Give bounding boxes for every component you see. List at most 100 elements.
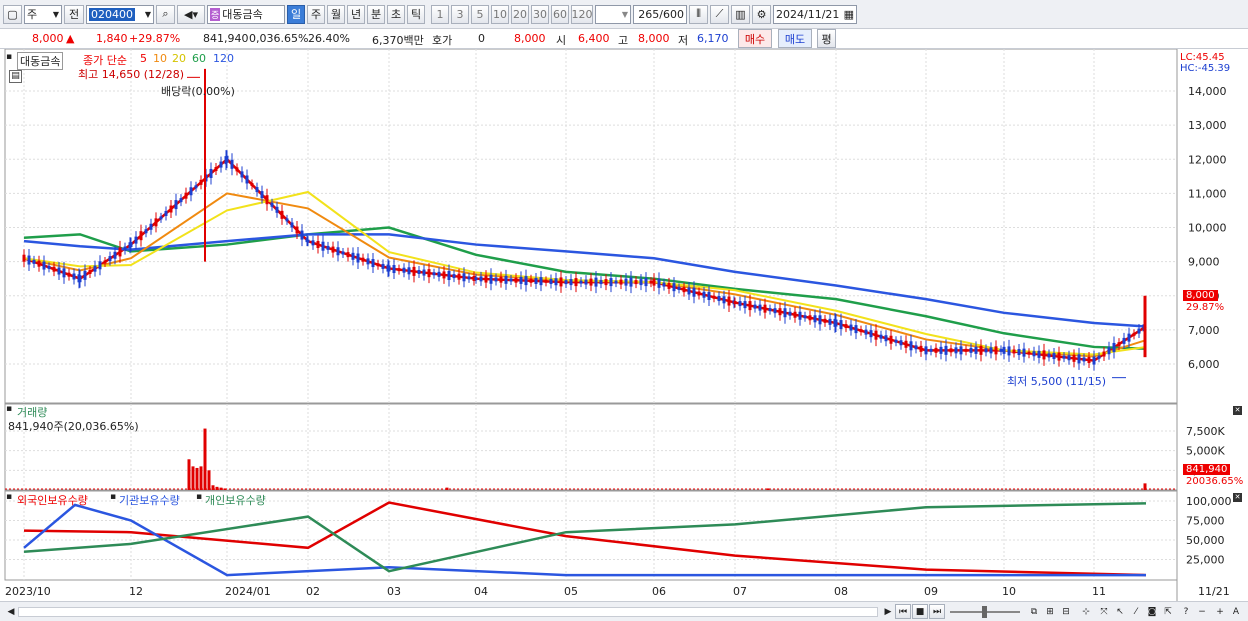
legend-ma60[interactable]: 60 [192, 52, 206, 65]
candle-body [230, 159, 234, 169]
custom-interval-select[interactable]: ▼ [595, 4, 631, 24]
close-holding-icon[interactable]: ✕ [1233, 493, 1242, 502]
interval-30[interactable]: 30 [531, 4, 549, 24]
buy-button[interactable]: 매수 [738, 29, 772, 48]
bar-chart-icon[interactable]: ▥ [731, 4, 750, 24]
camera-icon[interactable]: ◙ [1144, 604, 1160, 619]
trend-icon[interactable]: ⁄ [1128, 604, 1144, 619]
candle-body [376, 263, 380, 267]
candle-body [798, 311, 802, 320]
candle-body [164, 210, 168, 216]
interval-60[interactable]: 60 [551, 4, 569, 24]
legend-ma120[interactable]: 120 [213, 52, 234, 65]
crosshair-icon[interactable]: ⊹ [1078, 604, 1094, 619]
x-tick-label: 11/21 [1198, 585, 1230, 598]
zoom-out-icon[interactable]: − [1194, 604, 1210, 619]
candle-body [979, 345, 983, 355]
volume-collapse-icon[interactable]: ▪ [6, 404, 12, 414]
search-icon[interactable]: ⌕ [156, 4, 175, 24]
date-input[interactable]: 2024/11/21 ▦ [773, 4, 857, 24]
y-tick-label: 6,000 [1188, 358, 1220, 371]
candle-body [311, 240, 315, 246]
candle-body [392, 265, 396, 274]
holding-collapse-icon[interactable]: ▪ [6, 492, 12, 502]
help-icon[interactable]: ? [1178, 604, 1194, 619]
candle-body [929, 348, 933, 352]
legend-foreign[interactable]: 외국인보유수량 [17, 492, 88, 508]
interval-5[interactable]: 5 [471, 4, 489, 24]
stock-code-input[interactable]: 020400 ▼ [86, 4, 154, 24]
tab-tick[interactable]: 틱 [407, 4, 425, 24]
sound-icon[interactable]: ◀▾ [177, 4, 205, 24]
legend-individual[interactable]: 개인보유수량 [205, 492, 266, 508]
legend-institution[interactable]: 기관보유수량 [119, 492, 180, 508]
zoom-in-icon[interactable]: + [1212, 604, 1228, 619]
hold-tick-label: 25,000 [1186, 554, 1225, 567]
split-icon[interactable]: ⊟ [1058, 604, 1074, 619]
candle-body [331, 246, 335, 253]
font-size-icon[interactable]: A [1228, 604, 1244, 619]
interval-10[interactable]: 10 [491, 4, 509, 24]
candle-body [889, 335, 893, 344]
last-page-icon[interactable]: ⏭ [929, 604, 945, 619]
table-icon[interactable]: ▤ [9, 70, 22, 83]
close-volume-icon[interactable]: ✕ [1233, 406, 1242, 415]
candle-body [914, 345, 918, 350]
candle-body [667, 282, 671, 289]
interval-120[interactable]: 120 [571, 4, 593, 24]
candle-body [118, 247, 122, 257]
lc-label: LC:45.45 [1180, 52, 1225, 63]
first-page-icon[interactable]: ⏮ [895, 604, 911, 619]
candle-body [574, 278, 578, 287]
zoom-slider-handle[interactable] [982, 606, 987, 618]
copy-icon[interactable]: ⧉ [1026, 604, 1042, 619]
horizontal-scrollbar[interactable] [18, 607, 878, 617]
period-type-select[interactable]: 주 ▼ [24, 4, 62, 24]
stop-icon[interactable]: ■ [912, 604, 928, 619]
candle-body [818, 315, 822, 325]
candle-body [447, 271, 451, 281]
stock-chart[interactable]: 2023/10 12 2024/01 02 03 04 05 06 07 08 09 10 11 11/2… [0, 49, 1248, 601]
quote-label: 호가 [432, 34, 453, 47]
candle-body [758, 304, 762, 311]
interval-1[interactable]: 1 [431, 4, 449, 24]
tab-week[interactable]: 주 [307, 4, 325, 24]
count-input[interactable]: 265/600 [633, 4, 687, 24]
scroll-right-icon[interactable]: ▶ [880, 604, 896, 619]
legend-stock-name[interactable]: 대동금속 [17, 52, 64, 70]
line-chart-icon[interactable]: ⟋ [710, 4, 729, 24]
calendar-icon[interactable]: ▦ [844, 8, 854, 21]
x-tick-label: 06 [652, 585, 666, 598]
candle-body [554, 278, 558, 286]
candle-body [808, 315, 812, 321]
settings-icon[interactable]: ⚙ [752, 4, 771, 24]
eval-button[interactable]: 평 [817, 29, 836, 48]
sell-button[interactable]: 매도 [778, 29, 812, 48]
candle-body [316, 241, 320, 249]
interval-20[interactable]: 20 [511, 4, 529, 24]
window-icon[interactable]: ▢ [3, 4, 22, 24]
tab-month[interactable]: 월 [327, 4, 345, 24]
stock-name-field[interactable]: 증 대동금속 [207, 4, 285, 24]
collapse-icon[interactable]: ▪ [6, 52, 12, 62]
draw-icon[interactable]: ↖ [1112, 604, 1128, 619]
candle-body [484, 275, 488, 283]
legend-ma5[interactable]: 5 [140, 52, 147, 65]
candle-body [722, 296, 726, 304]
layout-icon[interactable]: ⊞ [1042, 604, 1058, 619]
pan-icon[interactable]: ⤧ [1096, 604, 1112, 619]
scroll-left-icon[interactable]: ◀ [3, 604, 19, 619]
tab-minute[interactable]: 분 [367, 4, 385, 24]
tab-day[interactable]: 일 [287, 4, 305, 24]
legend-ma10[interactable]: 10 [153, 52, 167, 65]
interval-3[interactable]: 3 [451, 4, 469, 24]
legend-ma20[interactable]: 20 [172, 52, 186, 65]
y-tick-label: 11,000 [1188, 187, 1227, 200]
export-icon[interactable]: ⇱ [1160, 604, 1176, 619]
prev-button[interactable]: 전 [64, 4, 84, 24]
candle-icon[interactable]: ⫴ [689, 4, 708, 24]
candle-body [1022, 348, 1026, 357]
tab-year[interactable]: 년 [347, 4, 365, 24]
candle-body [260, 191, 264, 199]
tab-second[interactable]: 초 [387, 4, 405, 24]
